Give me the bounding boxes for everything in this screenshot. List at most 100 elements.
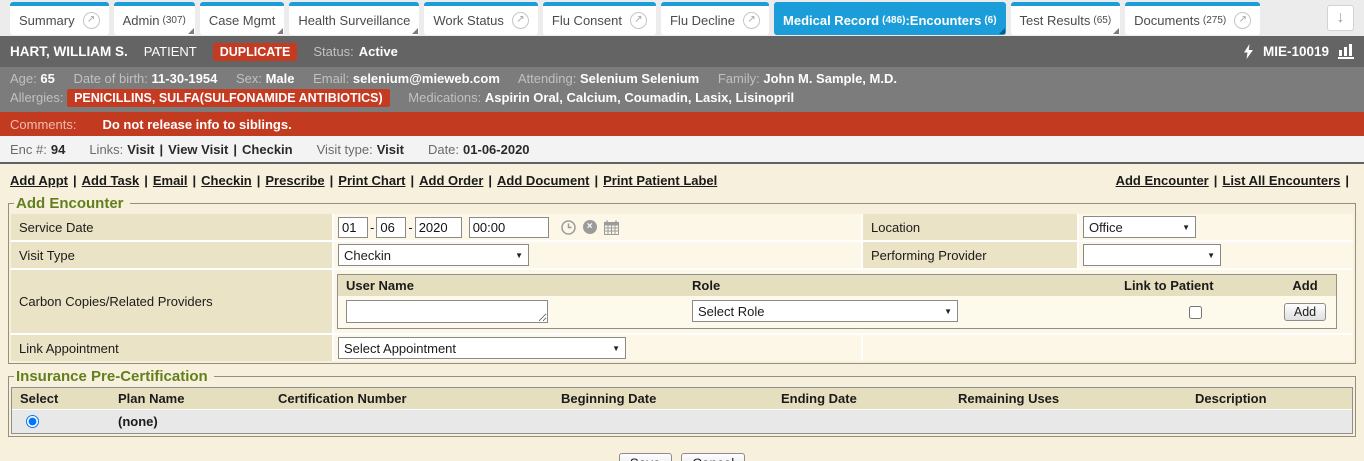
external-link-icon[interactable]: ↗	[1234, 12, 1251, 29]
age-label: Age:	[10, 71, 37, 86]
user-name-input[interactable]	[346, 300, 548, 323]
add-provider-button[interactable]: Add	[1284, 303, 1326, 321]
visit-type-select[interactable]: Checkin ▼	[338, 244, 529, 266]
add-document-link[interactable]: Add Document	[497, 173, 589, 188]
email-link[interactable]: Email	[153, 173, 188, 188]
tab-flu-decline[interactable]: Flu Decline ↗	[661, 2, 769, 35]
service-date-year-input[interactable]	[415, 217, 462, 238]
service-date-day-input[interactable]	[376, 217, 406, 238]
sex-value: Male	[266, 71, 295, 86]
add-encounter-legend: Add Encounter	[14, 195, 130, 212]
ins-row-remaining-cell	[950, 409, 1187, 433]
precert-none-radio[interactable]	[26, 415, 39, 428]
external-link-icon[interactable]: ↗	[743, 12, 760, 29]
add-task-link[interactable]: Add Task	[82, 173, 140, 188]
links-label: Links:	[89, 142, 123, 157]
tab-summary[interactable]: Summary ↗	[10, 2, 109, 35]
service-time-input[interactable]	[469, 217, 549, 238]
location-select[interactable]: Office ▼	[1083, 216, 1196, 238]
tab-bar: Summary ↗ Admin (307) Case Mgmt Health S…	[0, 0, 1364, 36]
lightning-icon[interactable]	[1243, 44, 1254, 59]
tab-label: Documents	[1134, 13, 1200, 28]
bar-chart-icon[interactable]	[1338, 44, 1354, 59]
list-all-encounters-link[interactable]: List All Encounters	[1222, 173, 1340, 188]
download-icon[interactable]: ↓	[1327, 5, 1354, 31]
tab-label: Summary	[19, 13, 75, 28]
separator: |	[410, 173, 414, 188]
ins-row-certification-cell	[270, 409, 553, 433]
tab-label: :Encounters	[905, 13, 981, 28]
role-select-value: Select Role	[698, 304, 764, 319]
external-link-icon[interactable]: ↗	[630, 12, 647, 29]
ins-header-ending-date: Ending Date	[773, 388, 950, 409]
add-order-link[interactable]: Add Order	[419, 173, 483, 188]
print-chart-link[interactable]: Print Chart	[338, 173, 405, 188]
tab-health-surveillance[interactable]: Health Surveillance	[289, 2, 419, 35]
location-label: Location	[863, 214, 1077, 240]
external-link-icon[interactable]: ↗	[512, 12, 529, 29]
date-value: 01-06-2020	[463, 142, 530, 157]
patient-type-label: PATIENT	[144, 44, 197, 59]
cc-role-cell: Select Role ▼	[684, 296, 1116, 328]
patient-header: HART, WILLIAM S. PATIENT DUPLICATE Statu…	[0, 36, 1364, 67]
demographics-row-1: Age: 65 Date of birth: 11-30-1954 Sex: M…	[10, 69, 1354, 88]
service-date-label: Service Date	[11, 214, 332, 240]
dob-label: Date of birth:	[73, 71, 147, 86]
separator: -	[370, 220, 374, 235]
checkin-link[interactable]: Checkin	[201, 173, 252, 188]
separator: |	[1345, 173, 1349, 188]
ins-header-remaining-uses: Remaining Uses	[950, 388, 1187, 409]
print-patient-label-link[interactable]: Print Patient Label	[603, 173, 717, 188]
tab-fold-corner-icon	[412, 28, 418, 34]
separator: |	[73, 173, 77, 188]
tab-case-mgmt[interactable]: Case Mgmt	[200, 2, 284, 35]
clear-date-icon[interactable]: ×	[583, 220, 597, 234]
plan-name-value: (none)	[118, 414, 158, 429]
link-to-patient-checkbox[interactable]	[1189, 306, 1202, 319]
external-link-icon[interactable]: ↗	[83, 12, 100, 29]
tab-count: (6)	[984, 15, 996, 26]
tab-label: Flu Consent	[552, 13, 622, 28]
insurance-pre-certification-section: Insurance Pre-Certification Select Plan …	[8, 368, 1356, 437]
insurance-table: Select Plan Name Certification Number Be…	[11, 387, 1353, 434]
separator: |	[488, 173, 492, 188]
link-appointment-select-value: Select Appointment	[344, 341, 456, 356]
carbon-copies-label: Carbon Copies/Related Providers	[11, 270, 332, 333]
chevron-down-icon: ▼	[1182, 223, 1190, 232]
enc-number-label: Enc #:	[10, 142, 47, 157]
tab-admin[interactable]: Admin (307)	[114, 2, 195, 35]
prescribe-link[interactable]: Prescribe	[265, 173, 324, 188]
performing-provider-cell: ▼	[1079, 242, 1353, 268]
ins-row-description-cell	[1187, 409, 1352, 433]
cancel-button[interactable]: Cancel	[681, 453, 745, 461]
comments-bar: Comments: Do not release info to sibling…	[0, 112, 1364, 136]
tab-flu-consent[interactable]: Flu Consent ↗	[543, 2, 656, 35]
calendar-icon[interactable]	[604, 220, 619, 235]
save-button[interactable]: Save	[619, 453, 672, 461]
tab-medical-record-encounters[interactable]: Medical Record (486) :Encounters (6)	[774, 2, 1006, 35]
visit-type-cell: Checkin ▼	[334, 242, 861, 268]
separator: |	[330, 173, 334, 188]
link-appointment-select[interactable]: Select Appointment ▼	[338, 337, 626, 359]
clock-icon[interactable]	[561, 220, 576, 235]
comments-text: Do not release info to siblings.	[102, 117, 291, 132]
attending-value: Selenium Selenium	[580, 71, 699, 86]
add-appt-link[interactable]: Add Appt	[10, 173, 68, 188]
tab-test-results[interactable]: Test Results (65)	[1011, 2, 1121, 35]
add-encounter-link[interactable]: Add Encounter	[1116, 173, 1209, 188]
carbon-copies-cell: User Name Role Link to Patient Add Selec…	[334, 270, 1353, 333]
ins-header-certification-number: Certification Number	[270, 388, 553, 409]
tab-documents[interactable]: Documents (275) ↗	[1125, 2, 1260, 35]
link-checkin[interactable]: Checkin	[242, 142, 293, 157]
tab-label: Medical Record	[783, 13, 879, 28]
ins-header-select: Select	[12, 388, 110, 409]
visit-type-form-label: Visit Type	[11, 242, 332, 268]
visit-type-label: Visit type:	[317, 142, 373, 157]
service-date-month-input[interactable]	[338, 217, 368, 238]
performing-provider-select[interactable]: ▼	[1083, 244, 1221, 266]
link-visit[interactable]: Visit	[127, 142, 154, 157]
demographics-row-2: Allergies: PENICILLINS, SULFA(SULFONAMID…	[10, 88, 1354, 108]
role-select[interactable]: Select Role ▼	[692, 300, 958, 322]
link-view-visit[interactable]: View Visit	[168, 142, 228, 157]
tab-work-status[interactable]: Work Status ↗	[424, 2, 538, 35]
